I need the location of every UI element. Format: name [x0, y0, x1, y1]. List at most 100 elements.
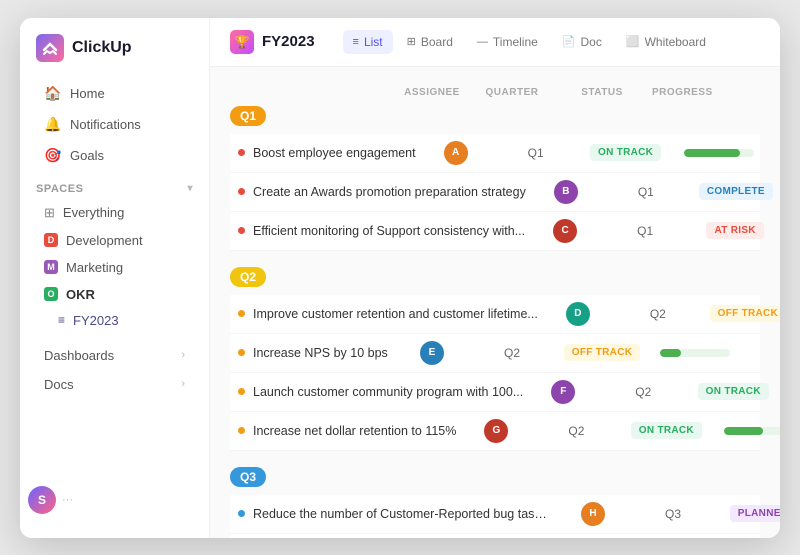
task-dot [238, 227, 245, 234]
tab-list[interactable]: ≡ List [343, 30, 393, 54]
project-icon: 🏆 [230, 30, 254, 54]
bell-icon: 🔔 [44, 116, 60, 133]
progress-bar-fill [724, 427, 763, 435]
col-status: STATUS [552, 87, 652, 98]
app-window: ClickUp 🏠 Home 🔔 Notifications 🎯 Goals S… [20, 18, 780, 538]
grid-icon: ⊞ [44, 205, 55, 221]
timeline-tab-icon: — [477, 36, 488, 48]
task-dot [238, 349, 245, 356]
assignee-avatar: B [554, 180, 578, 204]
table-row[interactable]: Increase net dollar retention to 115%GQ2… [230, 412, 760, 451]
task-dot [238, 149, 245, 156]
quarter-value: Q2 [618, 307, 698, 321]
quarter-value: Q1 [606, 185, 686, 199]
group-header-q1[interactable]: Q1 [230, 106, 266, 126]
group-q3: Q3 Reduce the number of Customer-Reported… [230, 467, 760, 538]
docs-label: Docs [44, 377, 74, 392]
sidebar-item-dashboards[interactable]: Dashboards › [28, 341, 201, 370]
whiteboard-tab-icon: ⬜ [626, 35, 640, 48]
table-area: ASSIGNEE QUARTER STATUS PROGRESS Q1Boost… [210, 67, 780, 538]
sidebar-item-fy2023[interactable]: ≡ FY2023 [20, 308, 209, 333]
status-badge: ON TRACK [590, 144, 661, 161]
group-header-q3[interactable]: Q3 [230, 467, 266, 487]
status-badge: OFF TRACK [710, 305, 780, 322]
progress-bar-bg [724, 427, 780, 435]
table-row[interactable]: Efficient monitoring of Support consiste… [230, 212, 760, 251]
user-avatar[interactable]: S [28, 486, 56, 514]
status-badge: PLANNED [730, 505, 780, 522]
task-dot [238, 427, 245, 434]
col-assignee: ASSIGNEE [392, 87, 472, 98]
tab-doc[interactable]: 📄 Doc [552, 30, 612, 54]
group-q1: Q1 Boost employee engagement A Q1 ON TRACK Cr… [230, 106, 760, 251]
fy2023-label: FY2023 [73, 313, 119, 328]
task-name-text: Increase net dollar retention to 115% [253, 424, 456, 438]
sidebar-item-okr[interactable]: O OKR [28, 281, 201, 308]
goals-label: Goals [70, 148, 104, 163]
tab-board[interactable]: ⊞ Board [397, 30, 463, 54]
user-menu-dots[interactable]: ··· [62, 494, 73, 506]
sidebar-item-home[interactable]: 🏠 Home [28, 78, 201, 109]
task-name-text: Boost employee engagement [253, 146, 416, 160]
groups-container: Q1 Boost employee engagement A Q1 ON TRACK Cr… [230, 106, 760, 538]
table-row[interactable]: Launch customer community program with 1… [230, 373, 760, 412]
table-row[interactable]: Improve customer retention and customer … [230, 295, 760, 334]
sidebar-item-goals[interactable]: 🎯 Goals [28, 140, 201, 171]
notifications-label: Notifications [70, 117, 141, 132]
status-badge: COMPLETE [699, 183, 773, 200]
tab-timeline[interactable]: — Timeline [467, 30, 548, 54]
progress-bar-bg [684, 149, 754, 157]
assignee-avatar: G [484, 419, 508, 443]
dashboards-label: Dashboards [44, 348, 114, 363]
spaces-section-header: Spaces ▾ [20, 171, 209, 199]
quarter-value: Q1 [496, 146, 576, 160]
table-row[interactable]: Increase NPS by 10 bpsEQ2OFF TRACK [230, 334, 760, 373]
task-dot [238, 388, 245, 395]
sidebar: ClickUp 🏠 Home 🔔 Notifications 🎯 Goals S… [20, 18, 210, 538]
assignee-avatar: A [444, 141, 468, 165]
task-name-text: Create an Awards promotion preparation s… [253, 185, 526, 199]
status-badge: ON TRACK [631, 422, 702, 439]
col-quarter: QUARTER [472, 87, 552, 98]
quarter-value: Q1 [605, 224, 685, 238]
assignee-avatar: C [553, 219, 577, 243]
sidebar-footer: S ··· [20, 478, 209, 522]
task-name-text: Reduce the number of Customer-Reported b… [253, 507, 553, 521]
sidebar-item-development[interactable]: D Development [28, 227, 201, 254]
group-header-q2[interactable]: Q2 [230, 267, 266, 287]
table-row[interactable]: Reduce the number of Customer-Reported b… [230, 495, 760, 534]
marketing-label: Marketing [66, 260, 123, 275]
list-tab-icon: ≡ [353, 36, 359, 48]
task-name-text: Launch customer community program with 1… [253, 385, 523, 399]
progress-bar-bg [660, 349, 730, 357]
progress-bar-fill [660, 349, 681, 357]
logo-icon [36, 34, 64, 62]
assignee-avatar: D [566, 302, 590, 326]
top-bar: 🏆 FY2023 ≡ List ⊞ Board — Timeline 📄 [210, 18, 780, 67]
tab-whiteboard[interactable]: ⬜ Whiteboard [616, 30, 716, 54]
board-tab-icon: ⊞ [407, 35, 416, 48]
col-progress: PROGRESS [652, 87, 752, 98]
doc-tab-icon: 📄 [562, 35, 576, 48]
sidebar-item-marketing[interactable]: M Marketing [28, 254, 201, 281]
table-row[interactable]: Create an Awards promotion preparation s… [230, 173, 760, 212]
quarter-value: Q3 [633, 507, 713, 521]
status-badge: ON TRACK [698, 383, 769, 400]
view-tabs: ≡ List ⊞ Board — Timeline 📄 Doc ⬜ Whi [343, 30, 716, 54]
table-header: ASSIGNEE QUARTER STATUS PROGRESS [230, 83, 760, 102]
project-title: 🏆 FY2023 [230, 30, 315, 54]
development-label: Development [66, 233, 143, 248]
table-row[interactable]: Create manager development programsIQ3ON… [230, 534, 760, 538]
marketing-dot: M [44, 260, 58, 274]
development-dot: D [44, 233, 58, 247]
sidebar-item-everything[interactable]: ⊞ Everything [28, 199, 201, 227]
status-badge: AT RISK [706, 222, 763, 239]
assignee-avatar: F [551, 380, 575, 404]
task-dot [238, 310, 245, 317]
sidebar-item-docs[interactable]: Docs › [28, 370, 201, 399]
progress-bar-fill [684, 149, 740, 157]
task-name-text: Efficient monitoring of Support consiste… [253, 224, 525, 238]
logo-area: ClickUp [20, 34, 209, 78]
sidebar-item-notifications[interactable]: 🔔 Notifications [28, 109, 201, 140]
table-row[interactable]: Boost employee engagement A Q1 ON TRACK [230, 134, 760, 173]
